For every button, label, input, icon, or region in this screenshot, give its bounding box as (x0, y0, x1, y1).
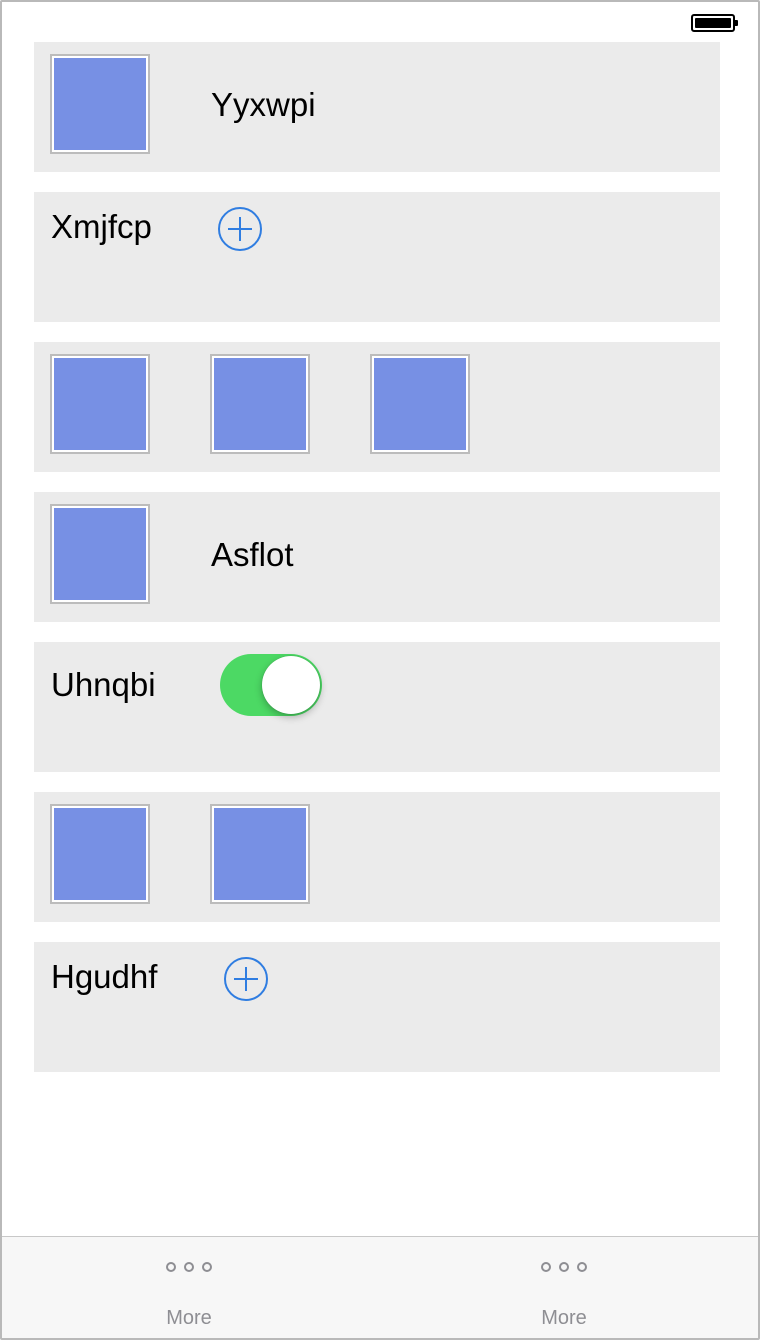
image-thumbnail[interactable] (50, 804, 150, 904)
row-images-3 (34, 342, 720, 472)
row-label: Asflot (211, 536, 294, 573)
more-dots-icon (166, 1262, 212, 1272)
row-yyxwpi: Yyxwpi (34, 42, 720, 172)
row-label: Uhnqbi (51, 666, 156, 703)
row-hgudhf: Hgudhf (34, 942, 720, 1072)
toggle-knob (262, 656, 320, 714)
row-label: Xmjfcp (51, 208, 152, 245)
image-thumbnail[interactable] (370, 354, 470, 454)
row-images-2 (34, 792, 720, 922)
image-thumbnail[interactable] (50, 354, 150, 454)
plus-circle-icon[interactable] (217, 206, 263, 252)
tab-label: More (166, 1307, 212, 1329)
tab-label: More (541, 1307, 587, 1329)
battery-icon (691, 14, 738, 32)
plus-circle-icon[interactable] (223, 956, 269, 1002)
image-thumbnail[interactable] (50, 54, 150, 154)
image-thumbnail[interactable] (50, 504, 150, 604)
toggle-switch[interactable] (220, 654, 322, 716)
row-label: Hgudhf (51, 958, 158, 995)
row-uhnqbi: Uhnqbi (34, 642, 720, 772)
row-xmjfcp: Xmjfcp (34, 192, 720, 322)
tab-bar: More More (2, 1236, 758, 1338)
tab-more-2[interactable]: More (484, 1237, 644, 1338)
image-thumbnail[interactable] (210, 804, 310, 904)
image-thumbnail[interactable] (210, 354, 310, 454)
row-asflot: Asflot (34, 492, 720, 622)
more-dots-icon (541, 1262, 587, 1272)
app-screen: Yyxwpi Xmjfcp Asflot Uhnqbi Hgudhf More … (0, 0, 760, 1340)
row-label: Yyxwpi (211, 86, 316, 123)
tab-more-1[interactable]: More (109, 1237, 269, 1338)
